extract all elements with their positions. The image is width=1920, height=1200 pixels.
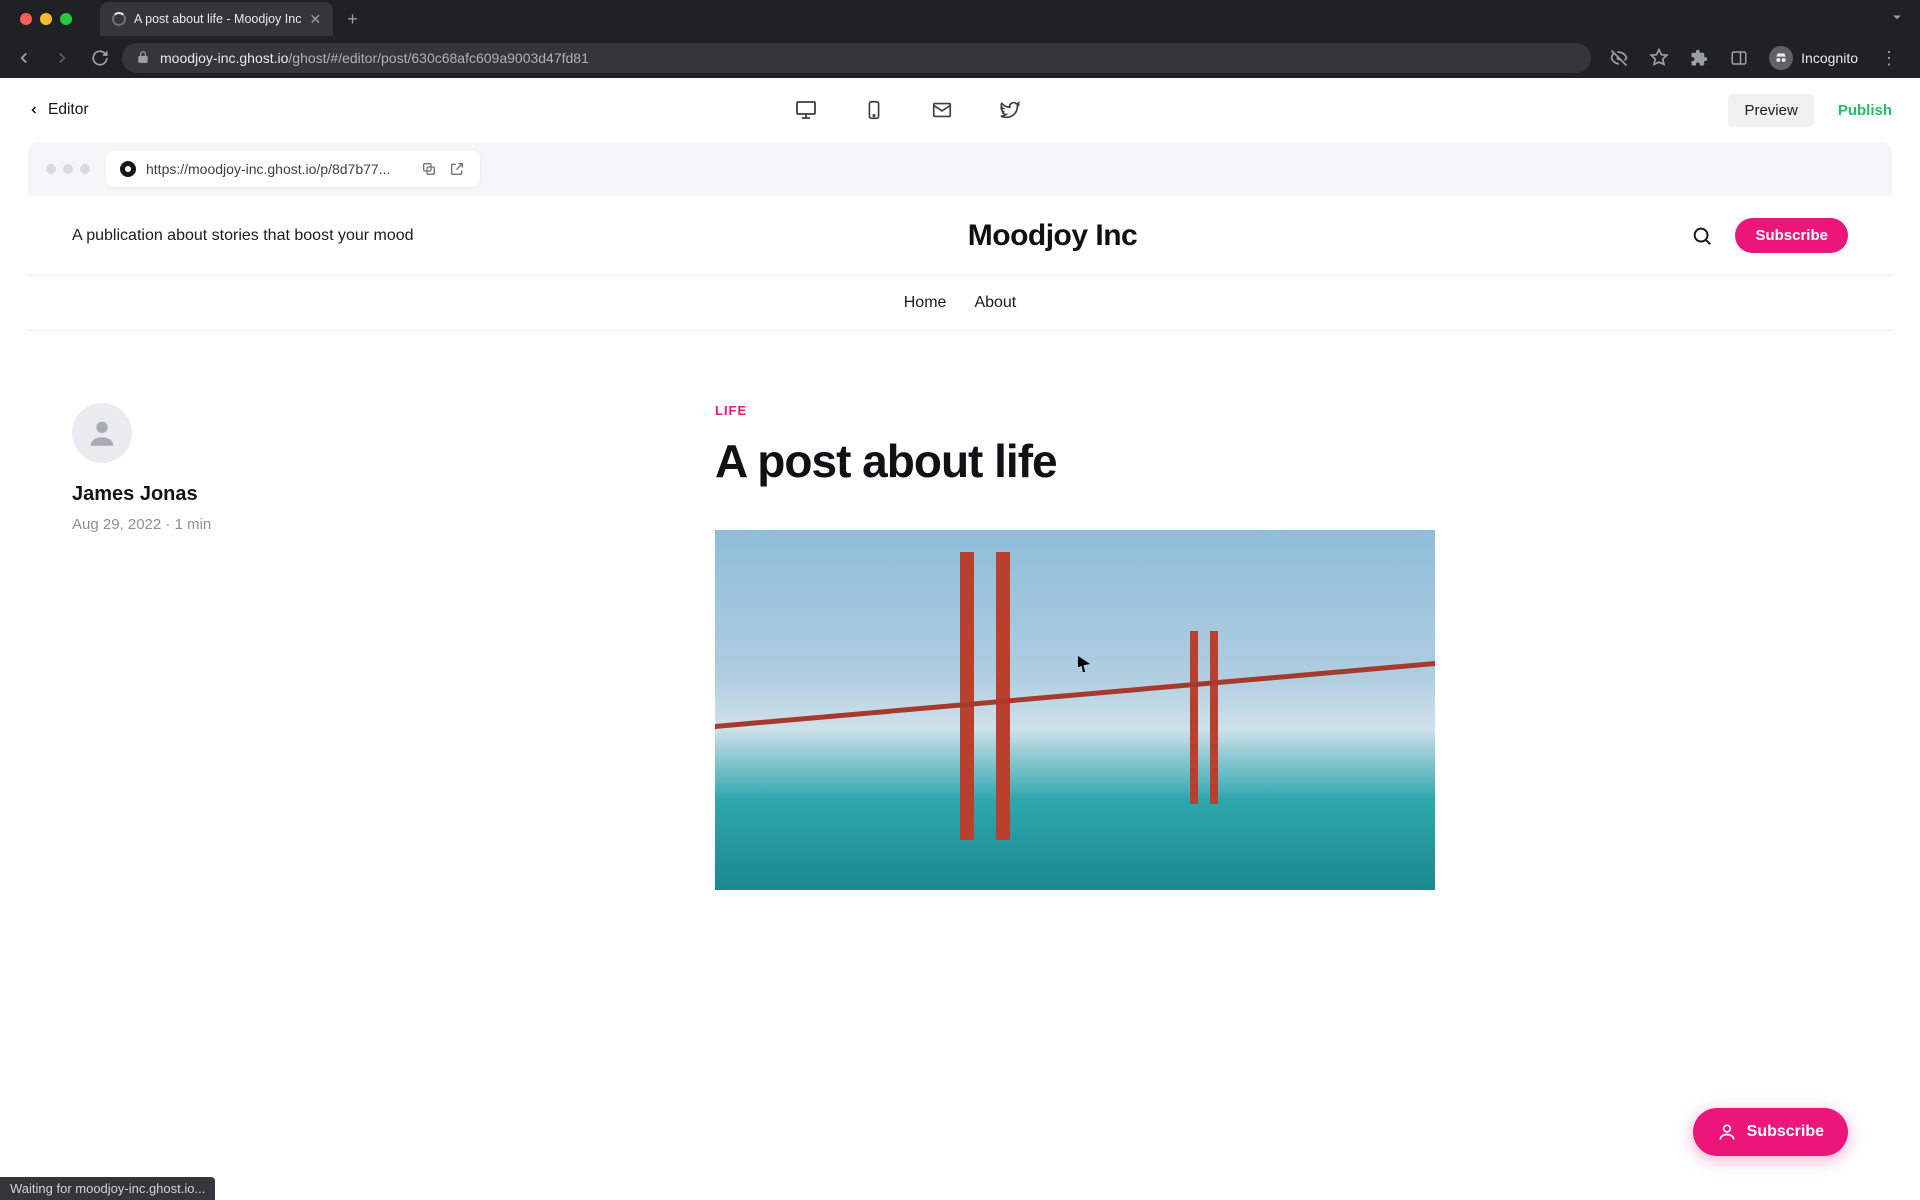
address-row: moodjoy-inc.ghost.io/ghost/#/editor/post… [0,38,1920,78]
preview-area: https://moodjoy-inc.ghost.io/p/8d7b77...… [0,142,1920,1182]
article-main: LIFE A post about life [715,403,1435,890]
site-title: Moodjoy Inc [968,219,1138,253]
author-column: James Jonas Aug 29, 2022 · 1 min [72,403,302,890]
nav-about-link[interactable]: About [974,294,1016,312]
browser-menu-button[interactable]: ⋮ [1872,48,1906,69]
search-button[interactable] [1691,225,1713,247]
ghost-favicon-icon [120,161,136,177]
fake-browser-bar: https://moodjoy-inc.ghost.io/p/8d7b77... [28,142,1892,196]
incognito-label: Incognito [1801,50,1858,66]
loading-spinner-icon [112,12,126,26]
copy-url-button[interactable] [420,160,438,178]
nav-reload-button[interactable] [84,42,116,74]
preview-browser-frame: https://moodjoy-inc.ghost.io/p/8d7b77...… [28,142,1892,1182]
incognito-icon [1769,46,1793,70]
extensions-icon[interactable] [1683,42,1715,74]
site-nav: Home About [28,276,1892,331]
tab-strip: A post about life - Moodjoy Inc ✕ + [0,0,1920,38]
window-close-button[interactable] [20,13,32,25]
article-wrap: James Jonas Aug 29, 2022 · 1 min LIFE A … [28,331,1892,890]
window-minimize-button[interactable] [40,13,52,25]
post-read-time: 1 min [175,516,212,533]
fake-url-pill: https://moodjoy-inc.ghost.io/p/8d7b77... [106,151,480,187]
post-meta: Aug 29, 2022 · 1 min [72,516,302,533]
preview-device-tabs [794,98,1022,122]
subscribe-button[interactable]: Subscribe [1735,218,1848,253]
email-preview-tab[interactable] [930,98,954,122]
twitter-preview-tab[interactable] [998,98,1022,122]
browser-chrome: A post about life - Moodjoy Inc ✕ + mood… [0,0,1920,78]
feature-image [715,530,1435,890]
author-name[interactable]: James Jonas [72,483,302,506]
side-panel-icon[interactable] [1723,42,1755,74]
nav-forward-button[interactable] [46,42,78,74]
mobile-preview-tab[interactable] [862,98,886,122]
author-avatar[interactable] [72,403,132,463]
publish-button[interactable]: Publish [1838,102,1892,119]
floating-subscribe-button[interactable]: Subscribe [1693,1108,1848,1156]
back-label: Editor [48,101,89,119]
nav-back-button[interactable] [8,42,40,74]
post-title: A post about life [715,434,1435,488]
browser-status-bar: Waiting for moodjoy-inc.ghost.io... [0,1177,215,1200]
url-text: moodjoy-inc.ghost.io/ghost/#/editor/post… [160,50,589,66]
open-external-button[interactable] [448,160,466,178]
fake-traffic-lights [46,164,90,174]
preview-button[interactable]: Preview [1728,94,1813,127]
post-category[interactable]: LIFE [715,403,1435,418]
incognito-indicator[interactable]: Incognito [1763,46,1864,70]
window-controls [8,13,84,25]
nav-home-link[interactable]: Home [904,294,947,312]
browser-tab[interactable]: A post about life - Moodjoy Inc ✕ [100,2,333,36]
address-bar[interactable]: moodjoy-inc.ghost.io/ghost/#/editor/post… [122,43,1591,73]
new-tab-button[interactable]: + [333,9,372,30]
eye-off-icon[interactable] [1603,42,1635,74]
lock-icon [136,50,150,67]
browser-right-icons: Incognito ⋮ [1597,42,1912,74]
desktop-preview-tab[interactable] [794,98,818,122]
editor-app-bar: Editor Preview Publish [0,78,1920,142]
site-tagline: A publication about stories that boost y… [72,227,414,245]
preview-url-text: https://moodjoy-inc.ghost.io/p/8d7b77... [146,161,390,177]
site-preview: A publication about stories that boost y… [28,196,1892,1182]
back-to-editor-button[interactable]: Editor [28,101,89,119]
site-header: A publication about stories that boost y… [28,196,1892,276]
tab-close-button[interactable]: ✕ [309,11,321,28]
floating-subscribe-label: Subscribe [1747,1123,1824,1141]
tab-title: A post about life - Moodjoy Inc [134,12,301,26]
editor-right-actions: Preview Publish [1728,94,1892,127]
bookmark-star-icon[interactable] [1643,42,1675,74]
site-header-actions: Subscribe [1691,218,1848,253]
post-date: Aug 29, 2022 [72,516,161,533]
window-maximize-button[interactable] [60,13,72,25]
tabs-dropdown-button[interactable] [1888,8,1906,31]
